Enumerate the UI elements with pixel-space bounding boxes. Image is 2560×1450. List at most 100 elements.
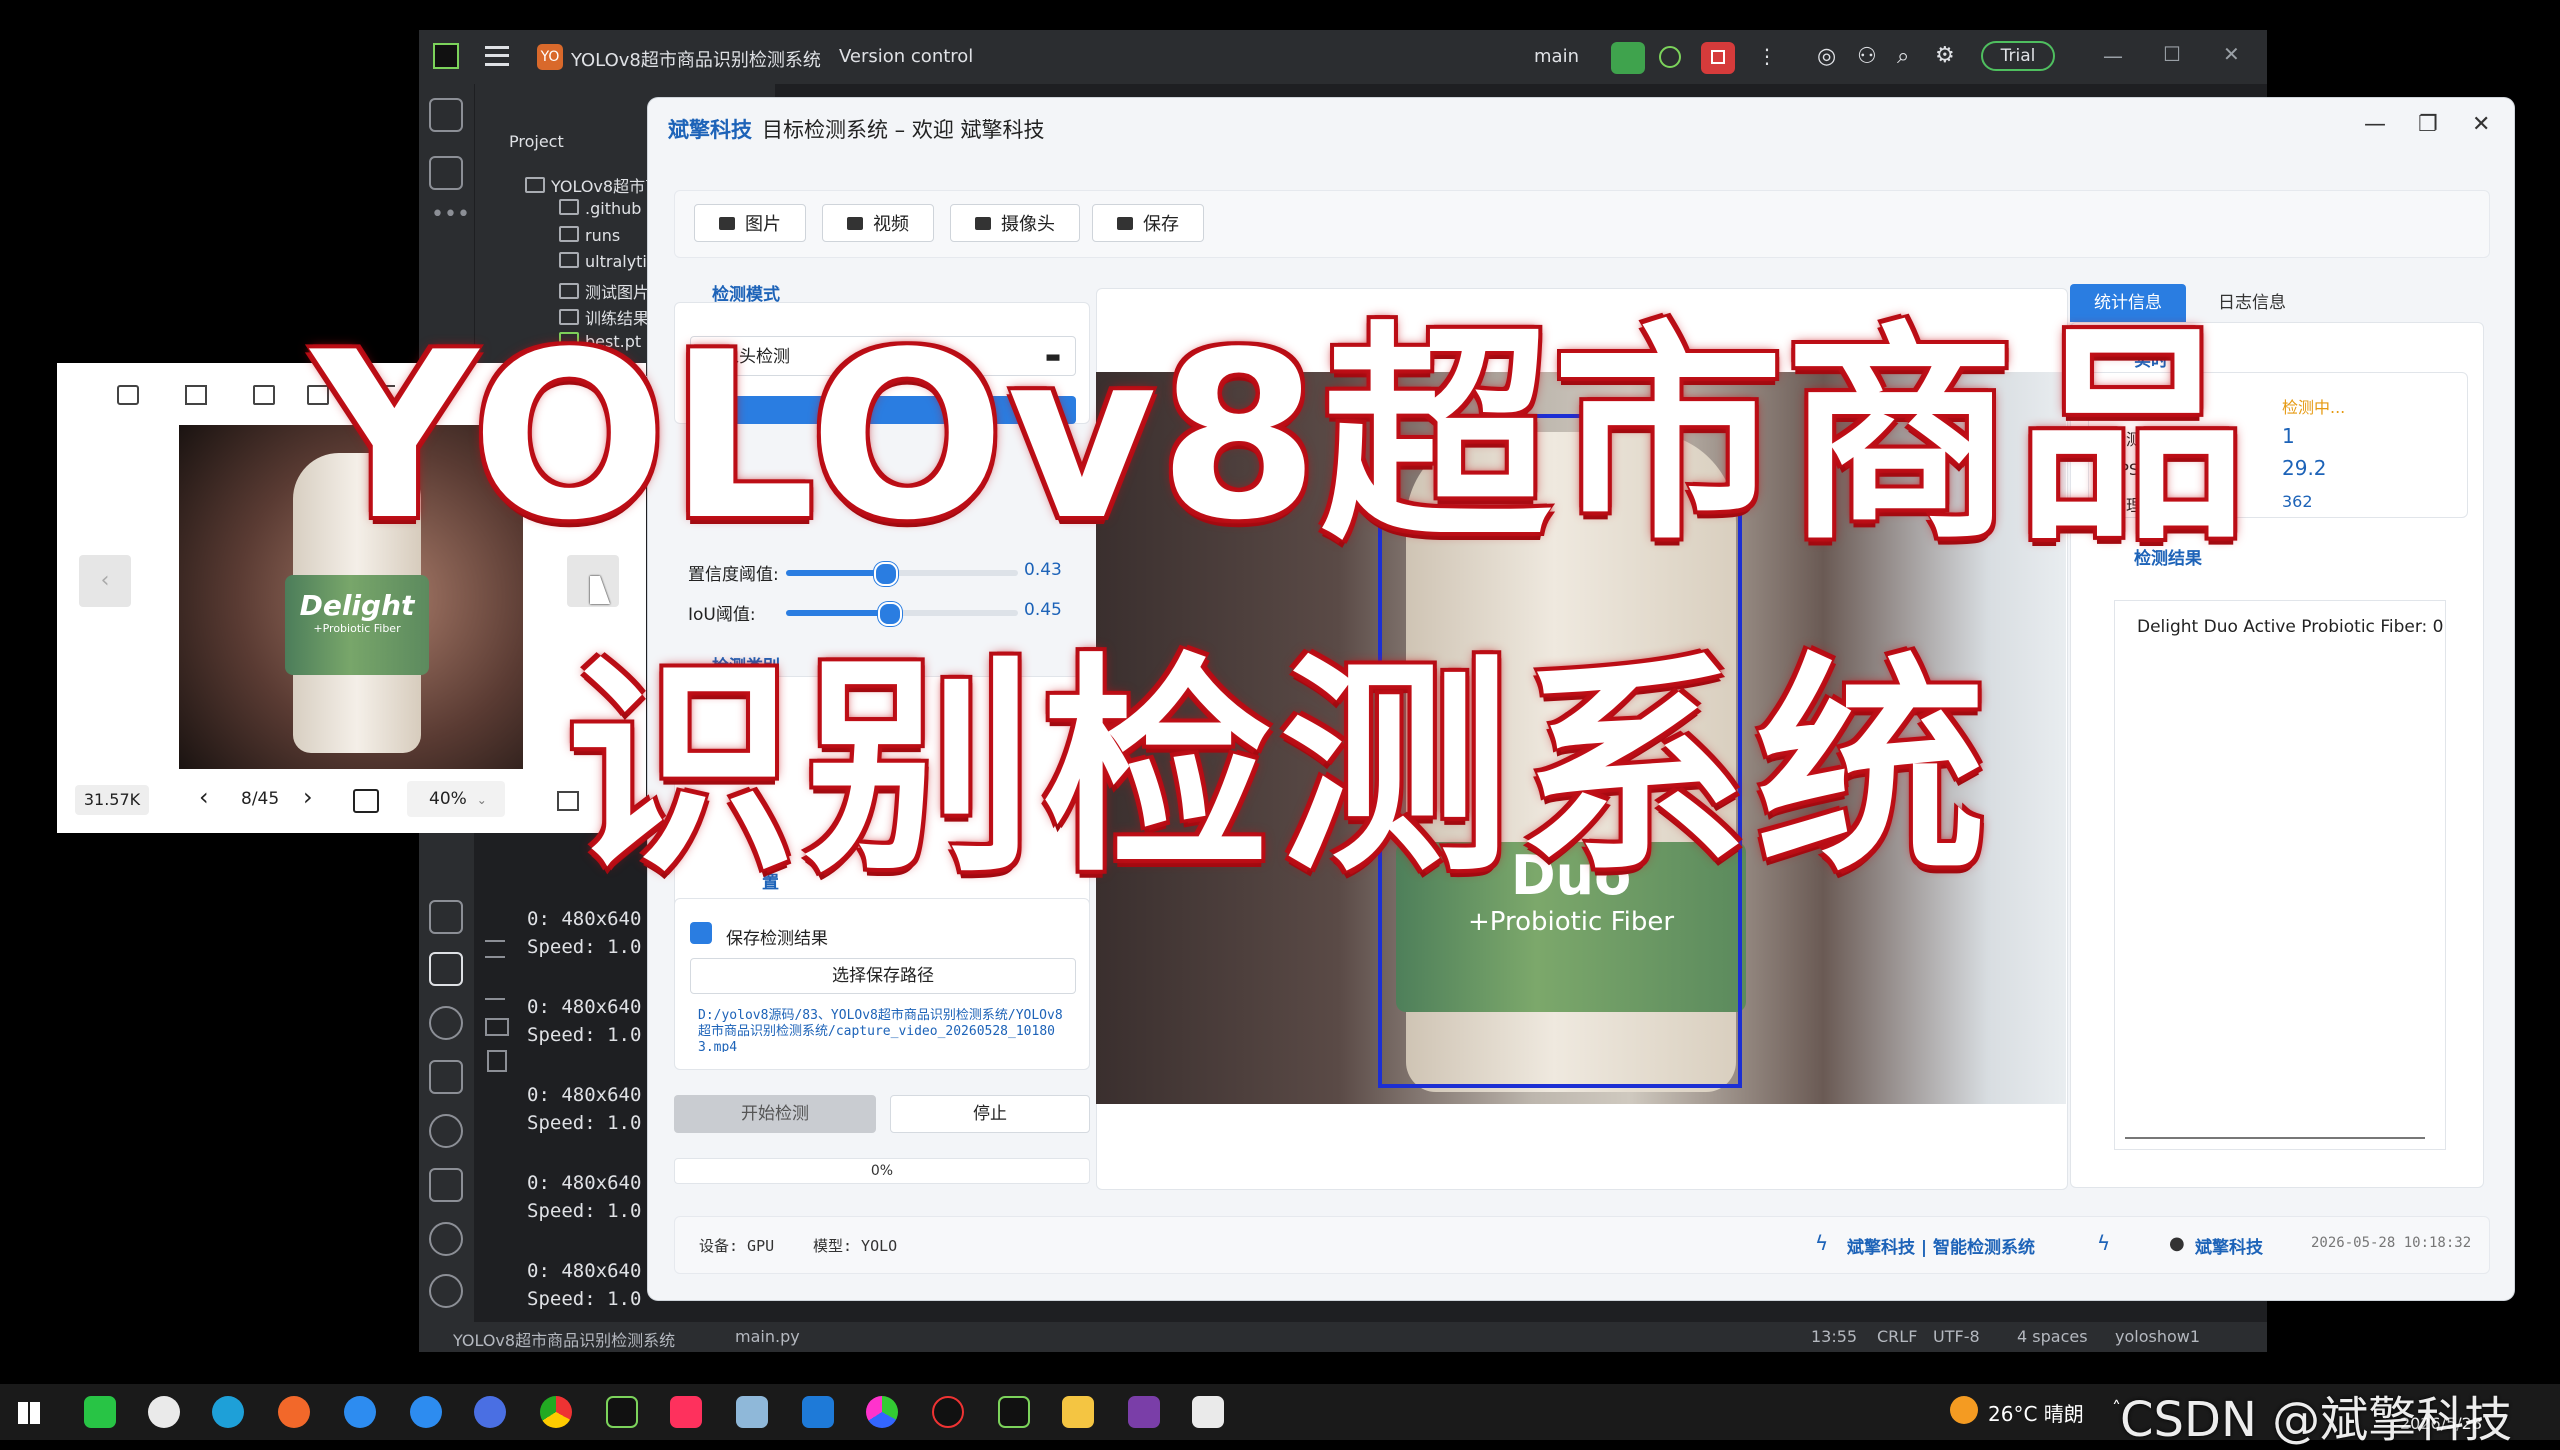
edge-icon[interactable] bbox=[212, 1396, 244, 1428]
app-icon[interactable] bbox=[1128, 1396, 1160, 1428]
mouse-cursor-icon bbox=[590, 576, 610, 604]
ide-title-bar: YO YOLOv8超市商品识别检测系统 Version control main… bbox=[419, 30, 2267, 84]
ide-project-name[interactable]: YOLOv8超市商品识别检测系统 bbox=[571, 46, 821, 72]
wechat-icon[interactable] bbox=[84, 1396, 116, 1428]
ai-icon[interactable]: ◎ bbox=[1817, 44, 1836, 69]
pycharm-icon[interactable] bbox=[606, 1396, 638, 1428]
debug-icon[interactable] bbox=[1659, 46, 1681, 68]
overlay-title-line1: YOLOv8超市商品 bbox=[311, 304, 2249, 571]
more-tools-icon[interactable]: ••• bbox=[431, 202, 470, 227]
vscode-icon[interactable] bbox=[802, 1396, 834, 1428]
project-badge-icon: YO bbox=[537, 44, 563, 70]
save-checkbox[interactable] bbox=[690, 922, 712, 944]
search-app-icon[interactable] bbox=[410, 1396, 442, 1428]
image-icon bbox=[719, 216, 735, 230]
console-line: Speed: 1.0 bbox=[527, 1288, 642, 1310]
status-interpreter[interactable]: yoloshow1 bbox=[2115, 1327, 2200, 1346]
lightning-icon: ϟ bbox=[2097, 1231, 2111, 1255]
browser-icon[interactable] bbox=[474, 1396, 506, 1428]
app-icon[interactable] bbox=[866, 1396, 898, 1428]
print-icon[interactable] bbox=[485, 1018, 509, 1036]
structure-icon[interactable] bbox=[429, 156, 463, 190]
scroll-end-icon[interactable] bbox=[485, 984, 505, 1000]
status-line-separator[interactable]: CRLF bbox=[1877, 1327, 1917, 1346]
problems-icon[interactable] bbox=[429, 1222, 463, 1256]
weather-text[interactable]: 26°C 晴朗 bbox=[1988, 1398, 2084, 1427]
ide-status-bar: YOLOv8超市商品识别检测系统 main.py 13:55 CRLF UTF-… bbox=[419, 1322, 2267, 1352]
stop-icon[interactable] bbox=[1701, 42, 1735, 74]
status-breadcrumb-file[interactable]: main.py bbox=[735, 1327, 800, 1346]
app-maximize-icon[interactable]: ❐ bbox=[2418, 112, 2438, 137]
console-line: Speed: 1.0 bbox=[527, 936, 642, 958]
status-position[interactable]: 13:55 bbox=[1811, 1327, 1857, 1346]
iou-value: 0.45 bbox=[1024, 600, 1062, 620]
datetime-text: 2026-05-28 10:18:32 bbox=[2311, 1235, 2472, 1251]
packages-icon[interactable] bbox=[429, 1060, 463, 1094]
ide-branch[interactable]: main bbox=[1534, 46, 1579, 67]
save-path-text: D:/yolov8源码/83、YOLOv8超市商品识别检测系统/YOLOv8超市… bbox=[698, 1008, 1063, 1052]
select-path-button[interactable]: 选择保存路径 bbox=[690, 958, 1076, 994]
search-app-icon[interactable] bbox=[344, 1396, 376, 1428]
app-title: 斌擎科技 目标检测系统 – 欢迎 斌擎科技 bbox=[668, 118, 1045, 142]
minimize-icon[interactable]: — bbox=[2103, 44, 2123, 68]
image-button[interactable]: 图片 bbox=[694, 204, 806, 242]
terminal-icon[interactable] bbox=[429, 1168, 463, 1202]
prev-image-button[interactable]: ‹ bbox=[79, 555, 131, 607]
wrap-icon[interactable] bbox=[485, 940, 505, 958]
file-explorer-icon[interactable] bbox=[1062, 1396, 1094, 1428]
iou-slider[interactable] bbox=[786, 602, 1018, 626]
git-icon[interactable] bbox=[429, 1274, 463, 1308]
video-button[interactable]: 视频 bbox=[822, 204, 934, 242]
gear-icon[interactable]: ⚙ bbox=[1935, 43, 1955, 68]
run-tool-icon[interactable] bbox=[429, 952, 463, 986]
app-minimize-icon[interactable]: — bbox=[2364, 112, 2386, 137]
search-icon[interactable]: ⌕ bbox=[1897, 44, 1909, 69]
close-icon[interactable]: ✕ bbox=[2223, 42, 2240, 66]
app-close-icon[interactable]: ✕ bbox=[2472, 112, 2490, 137]
more-icon[interactable]: ⋮ bbox=[1757, 44, 1777, 68]
tree-item[interactable]: .github bbox=[559, 199, 641, 218]
folder-icon[interactable] bbox=[429, 98, 463, 132]
capture-icon[interactable] bbox=[932, 1396, 964, 1428]
app-footer: 设备: GPU 模型: YOLO ϟ 斌擎科技 | 智能检测系统 ϟ ● 斌擎科… bbox=[674, 1216, 2490, 1274]
trial-button[interactable]: Trial bbox=[1981, 41, 2055, 71]
start-button[interactable]: 开始检测 bbox=[674, 1095, 876, 1133]
intellij-icon[interactable] bbox=[670, 1396, 702, 1428]
app-icon[interactable] bbox=[736, 1396, 768, 1428]
qq-icon[interactable] bbox=[148, 1396, 180, 1428]
user-icon: ● bbox=[2169, 1233, 2185, 1254]
save-button[interactable]: 保存 bbox=[1092, 204, 1204, 242]
project-label[interactable]: Project bbox=[509, 132, 564, 151]
python-console-icon[interactable] bbox=[429, 1006, 463, 1040]
firefox-icon[interactable] bbox=[278, 1396, 310, 1428]
chrome-icon[interactable] bbox=[540, 1396, 572, 1428]
iou-label: IoU阈值: bbox=[688, 605, 756, 625]
lightning-icon: ϟ bbox=[1815, 1231, 1829, 1255]
play-icon[interactable] bbox=[429, 1114, 463, 1148]
status-encoding[interactable]: UTF-8 bbox=[1933, 1327, 1980, 1346]
user-text: 斌擎科技 bbox=[2195, 1238, 2263, 1258]
services-icon[interactable] bbox=[429, 900, 463, 934]
status-indent[interactable]: 4 spaces bbox=[2017, 1327, 2088, 1346]
status-breadcrumb-project[interactable]: YOLOv8超市商品识别检测系统 bbox=[453, 1327, 675, 1351]
camera-button[interactable]: 摄像头 bbox=[950, 204, 1080, 242]
overlay-title-line2: 识别检测系统 bbox=[565, 636, 1994, 903]
save-icon bbox=[1117, 216, 1133, 230]
app-icon[interactable] bbox=[1192, 1396, 1224, 1428]
tree-item[interactable]: 测试图片 bbox=[559, 279, 649, 303]
slogan-text: 斌擎科技 | 智能检测系统 bbox=[1847, 1238, 2036, 1258]
pycharm-icon[interactable] bbox=[998, 1396, 1030, 1428]
stop-button[interactable]: 停止 bbox=[890, 1095, 1090, 1133]
tree-item[interactable]: runs bbox=[559, 226, 620, 245]
model-text: 模型: YOLO bbox=[813, 1237, 898, 1255]
console-line: 0: 480x640 bbox=[527, 996, 642, 1018]
start-icon[interactable] bbox=[18, 1402, 40, 1424]
console-toolbar bbox=[475, 850, 525, 1350]
main-menu-icon[interactable] bbox=[485, 46, 509, 66]
trash-icon[interactable] bbox=[487, 1050, 507, 1072]
horizontal-scrollbar[interactable] bbox=[2125, 1127, 2425, 1139]
account-icon[interactable]: ⚇ bbox=[1857, 44, 1877, 69]
run-icon[interactable] bbox=[1611, 42, 1645, 74]
maximize-icon[interactable]: ☐ bbox=[2163, 42, 2181, 66]
ide-version-control[interactable]: Version control bbox=[839, 46, 973, 67]
